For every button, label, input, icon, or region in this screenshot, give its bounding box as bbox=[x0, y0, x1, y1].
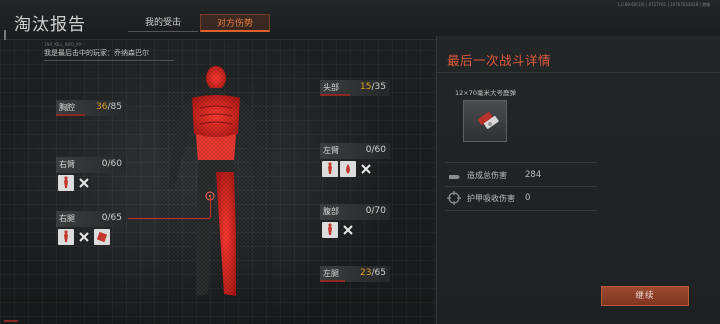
close-x-icon[interactable] bbox=[340, 222, 356, 238]
part-max: 60 bbox=[374, 145, 386, 155]
fracture-icon[interactable] bbox=[58, 175, 74, 191]
weapon-name: 12×70毫米大号鹿弹 bbox=[455, 89, 516, 97]
panel-title: 最后一次战斗详情 bbox=[447, 53, 552, 68]
part-stomach: 腹部 0/70 bbox=[320, 204, 390, 220]
part-label: 左臂 bbox=[323, 146, 339, 155]
close-x-icon[interactable] bbox=[76, 229, 92, 245]
bandage-icon[interactable] bbox=[94, 229, 110, 245]
stat-divider bbox=[445, 186, 597, 187]
panel-divider bbox=[437, 72, 720, 73]
part-max: 70 bbox=[374, 206, 386, 216]
tab-damage-dealt[interactable]: 对方伤势 bbox=[200, 14, 270, 32]
left-arm-status-icons bbox=[322, 161, 374, 177]
weapon-slot[interactable] bbox=[463, 100, 507, 142]
part-max: 35 bbox=[374, 82, 386, 92]
fracture-icon[interactable] bbox=[322, 161, 338, 177]
bleeding-icon[interactable] bbox=[340, 161, 356, 177]
continue-button[interactable]: 继续 bbox=[601, 286, 689, 306]
part-right-leg: 右腿 0/65 bbox=[56, 211, 126, 227]
stat-divider bbox=[445, 210, 597, 211]
title-accent-line bbox=[4, 30, 6, 40]
part-current: 0 bbox=[365, 145, 372, 155]
killer-hint: 1NR_KILL_INFO_MY bbox=[44, 42, 83, 47]
part-max: 60 bbox=[110, 159, 122, 169]
body-silhouette bbox=[160, 64, 272, 310]
part-current: 0 bbox=[101, 159, 108, 169]
health-bar bbox=[56, 114, 86, 116]
stat-value-armor-absorbed: 0 bbox=[525, 193, 531, 203]
part-label: 左腿 bbox=[323, 269, 339, 278]
killer-underline bbox=[44, 60, 174, 61]
right-arm-status-icons bbox=[58, 175, 92, 191]
stomach-status-icons bbox=[322, 222, 356, 238]
tab-damage-received[interactable]: 我的受击 bbox=[128, 14, 198, 32]
battle-details-panel: 最后一次战斗详情 12×70毫米大号鹿弹 造成总伤害 284 护甲吸收伤害 0 … bbox=[436, 36, 720, 324]
corner-accent bbox=[4, 320, 18, 322]
top-bar: 淘汰报告 我的受击 对方伤势 1.0.80.60(10) | 0727Y01 |… bbox=[0, 0, 720, 40]
killer-name-text: 我是最后击中的玩家：乔纳森巴尔 bbox=[44, 49, 149, 57]
part-left-leg: 左腿 23/65 bbox=[320, 266, 390, 282]
part-max: 85 bbox=[110, 102, 122, 112]
close-x-icon[interactable] bbox=[76, 175, 92, 191]
part-label: 头部 bbox=[323, 83, 339, 92]
stat-label-total-damage: 造成总伤害 bbox=[467, 171, 507, 180]
right-leg-status-icons bbox=[58, 229, 110, 245]
mesh-overlay bbox=[160, 64, 272, 310]
right-leg-connector-vertical bbox=[210, 196, 211, 218]
part-current: 23 bbox=[360, 268, 372, 278]
stat-value-total-damage: 284 bbox=[525, 170, 542, 180]
part-label: 右臂 bbox=[59, 160, 75, 169]
part-current: 36 bbox=[96, 102, 108, 112]
health-bar bbox=[320, 280, 345, 282]
stat-divider bbox=[445, 162, 597, 163]
part-left-arm: 左臂 0/60 bbox=[320, 143, 390, 159]
part-label: 腹部 bbox=[323, 207, 339, 216]
bullet-icon bbox=[449, 175, 460, 179]
part-head: 头部 15/35 bbox=[320, 80, 390, 96]
part-right-arm: 右臂 0/60 bbox=[56, 157, 126, 173]
ammo-icon bbox=[477, 111, 499, 129]
part-label: 右腿 bbox=[59, 214, 75, 223]
close-x-icon[interactable] bbox=[358, 161, 374, 177]
page-title: 淘汰报告 bbox=[14, 15, 86, 35]
fracture-icon[interactable] bbox=[322, 222, 338, 238]
health-bar bbox=[320, 94, 351, 96]
part-current: 0 bbox=[365, 206, 372, 216]
part-current: 0 bbox=[101, 213, 108, 223]
part-max: 65 bbox=[110, 213, 122, 223]
fracture-icon[interactable] bbox=[58, 229, 74, 245]
crosshair-icon bbox=[447, 191, 461, 205]
part-label: 胸腔 bbox=[59, 103, 75, 112]
part-current: 15 bbox=[360, 82, 372, 92]
version-info: 1.0.80.60(10) | 0727Y01 | 10767053018 | … bbox=[617, 2, 710, 7]
part-thorax: 胸腔 36/85 bbox=[56, 100, 126, 116]
stat-label-armor-absorbed: 护甲吸收伤害 bbox=[467, 194, 515, 203]
part-max: 65 bbox=[374, 268, 386, 278]
right-leg-connector bbox=[128, 218, 210, 219]
